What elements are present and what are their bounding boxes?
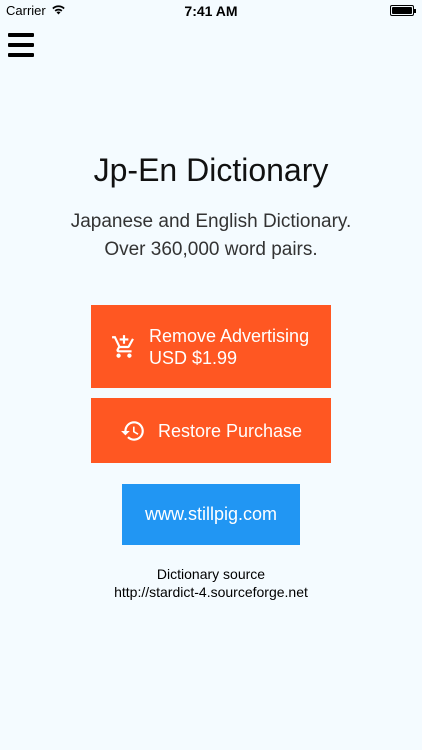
- status-bar: Carrier 7:41 AM: [0, 0, 422, 22]
- hamburger-menu-icon[interactable]: [8, 33, 36, 57]
- dictionary-source-url[interactable]: http://stardict-4.sourceforge.net: [0, 583, 422, 601]
- website-link-button[interactable]: www.stillpig.com: [122, 484, 300, 545]
- website-link-label: www.stillpig.com: [144, 504, 278, 524]
- add-to-cart-icon: [111, 334, 137, 360]
- restore-purchase-button[interactable]: Restore Purchase: [91, 398, 331, 463]
- dictionary-source-label: Dictionary source: [156, 566, 266, 582]
- description-line-2: Over 360,000 word pairs.: [104, 239, 318, 260]
- remove-advertising-label: Remove Advertising: [149, 325, 310, 346]
- battery-icon: [390, 5, 416, 16]
- restore-purchase-label: Restore Purchase: [157, 420, 303, 441]
- app-description: Japanese and English Dictionary. Over 36…: [0, 208, 422, 264]
- remove-advertising-price: USD $1.99: [149, 347, 238, 368]
- history-restore-icon: [120, 418, 146, 444]
- remove-advertising-button[interactable]: Remove Advertising USD $1.99: [91, 305, 331, 388]
- status-time: 7:41 AM: [184, 3, 238, 19]
- remove-advertising-text: Remove Advertising USD $1.99: [149, 325, 309, 369]
- description-line-1: Japanese and English Dictionary.: [70, 211, 352, 232]
- dictionary-source: Dictionary source http://stardict-4.sour…: [0, 565, 422, 601]
- page-title: Jp-En Dictionary: [93, 152, 329, 188]
